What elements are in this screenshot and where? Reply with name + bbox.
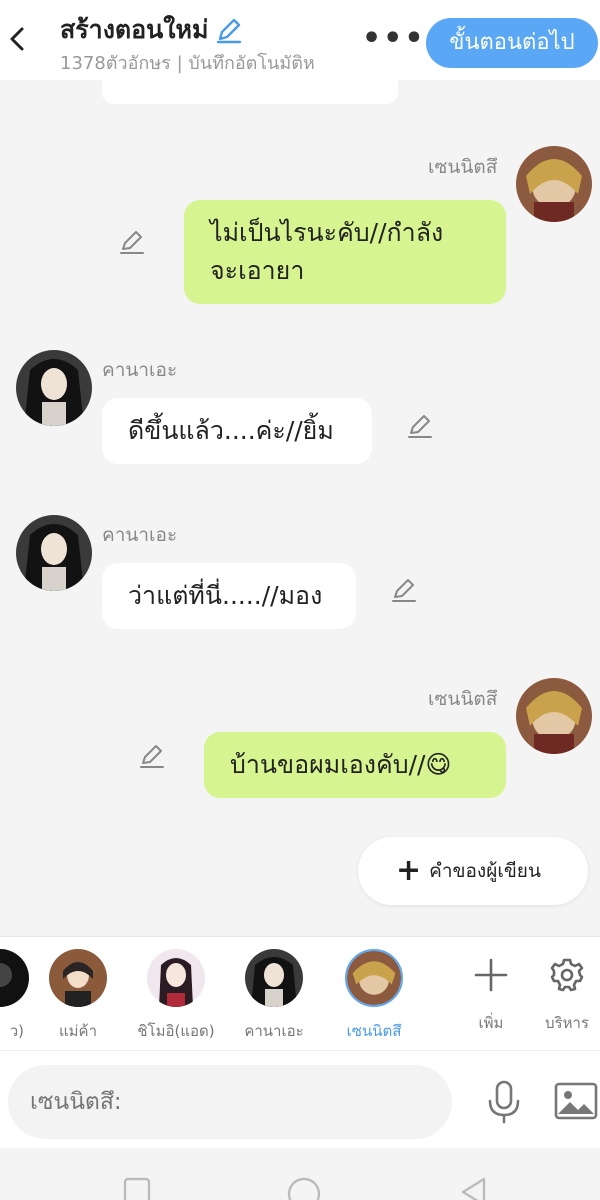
add-character-button[interactable]: เพิ่ม	[456, 955, 526, 1035]
message-text-line: จะเอายา	[210, 256, 305, 285]
edit-message-pencil-icon[interactable]	[390, 576, 418, 604]
author-note-label: คำของผู้เขียน	[429, 860, 541, 882]
add-label: เพิ่ม	[478, 1014, 504, 1032]
character-avatar	[245, 949, 303, 1007]
character-label: ว)	[9, 1022, 24, 1040]
image-upload-icon[interactable]	[554, 1081, 598, 1121]
character-label: คานาเอะ	[244, 1022, 304, 1040]
sender-name: เซนนิตสึ	[428, 688, 498, 710]
previous-message-bubble[interactable]	[102, 80, 398, 104]
avatar-kanae[interactable]	[16, 515, 92, 591]
character-selector-bar: ว) แม่ค้า ชิโมอิ(แอด) คานาเอะ เซนนิตสึ เ…	[0, 936, 600, 1050]
message-text: บ้านขอผมเองคับ//😋	[230, 750, 452, 779]
message-text: ดีขึ้นแล้ว....ค่ะ//ยิ้ม	[128, 416, 334, 445]
edit-message-pencil-icon[interactable]	[406, 412, 434, 440]
chat-area: เซนนิตสึ ไม่เป็นไรนะคับ//กำลัง จะเอายา ค…	[0, 80, 600, 936]
message-bubble[interactable]: ไม่เป็นไรนะคับ//กำลัง จะเอายา	[184, 200, 506, 304]
message-bubble[interactable]: บ้านขอผมเองคับ//😋	[204, 732, 506, 798]
edit-message-pencil-icon[interactable]	[118, 228, 146, 256]
sender-name: คานาเอะ	[102, 524, 178, 546]
character-avatar	[0, 949, 29, 1007]
avatar-zenitsu[interactable]	[516, 678, 592, 754]
character-label: ชิโมอิ(แอด)	[137, 1022, 215, 1040]
message-bubble[interactable]: ดีขึ้นแล้ว....ค่ะ//ยิ้ม	[102, 398, 372, 464]
more-options-button[interactable]: •••	[362, 24, 426, 54]
plus-icon	[456, 955, 526, 995]
manage-characters-button[interactable]: บริหาร	[532, 955, 600, 1035]
character-item[interactable]: คานาเอะ	[234, 949, 314, 1043]
top-app-bar: สร้างตอนใหม่ 1378ตัวอักษร | บันทึกอัตโนม…	[0, 0, 600, 80]
character-label: แม่ค้า	[58, 1022, 97, 1040]
character-item-active[interactable]: เซนนิตสึ	[334, 949, 414, 1043]
home-icon[interactable]	[286, 1176, 322, 1200]
avatar-kanae[interactable]	[16, 350, 92, 426]
gear-icon	[532, 955, 600, 995]
message-bubble[interactable]: ว่าแต่ที่นี่.....//มอง	[102, 563, 356, 629]
character-avatar	[49, 949, 107, 1007]
character-avatar	[147, 949, 205, 1007]
sender-name: คานาเอะ	[102, 359, 178, 381]
page-title-text: สร้างตอนใหม่	[60, 15, 209, 44]
message-input-row	[0, 1050, 600, 1148]
recent-apps-icon[interactable]	[122, 1176, 152, 1200]
message-text-line: ไม่เป็นไรนะคับ//กำลัง	[210, 218, 444, 247]
manage-label: บริหาร	[545, 1014, 589, 1032]
character-avatar	[345, 949, 403, 1007]
next-step-button[interactable]: ขั้นตอนต่อไป	[426, 18, 598, 68]
system-navigation-bar	[0, 1148, 600, 1200]
edit-message-pencil-icon[interactable]	[138, 742, 166, 770]
author-note-button[interactable]: + คำของผู้เขียน	[358, 837, 588, 905]
character-label: เซนนิตสึ	[346, 1022, 402, 1040]
plus-icon: +	[396, 853, 422, 888]
character-item[interactable]: แม่ค้า	[38, 949, 118, 1043]
page-title: สร้างตอนใหม่	[60, 10, 244, 50]
message-input[interactable]	[8, 1065, 452, 1139]
character-count-autosave-status: 1378ตัวอักษร | บันทึกอัตโนมัติห	[60, 53, 315, 74]
sender-name: เซนนิตสึ	[428, 156, 498, 178]
character-item[interactable]: ว)	[0, 949, 40, 1043]
edit-title-pencil-icon[interactable]	[214, 15, 244, 45]
message-text: ว่าแต่ที่นี่.....//มอง	[128, 581, 323, 610]
back-arrow-icon[interactable]	[6, 22, 30, 56]
microphone-icon[interactable]	[484, 1079, 524, 1125]
character-item[interactable]: ชิโมอิ(แอด)	[136, 949, 216, 1043]
back-nav-icon[interactable]	[458, 1176, 490, 1200]
avatar-zenitsu[interactable]	[516, 146, 592, 222]
